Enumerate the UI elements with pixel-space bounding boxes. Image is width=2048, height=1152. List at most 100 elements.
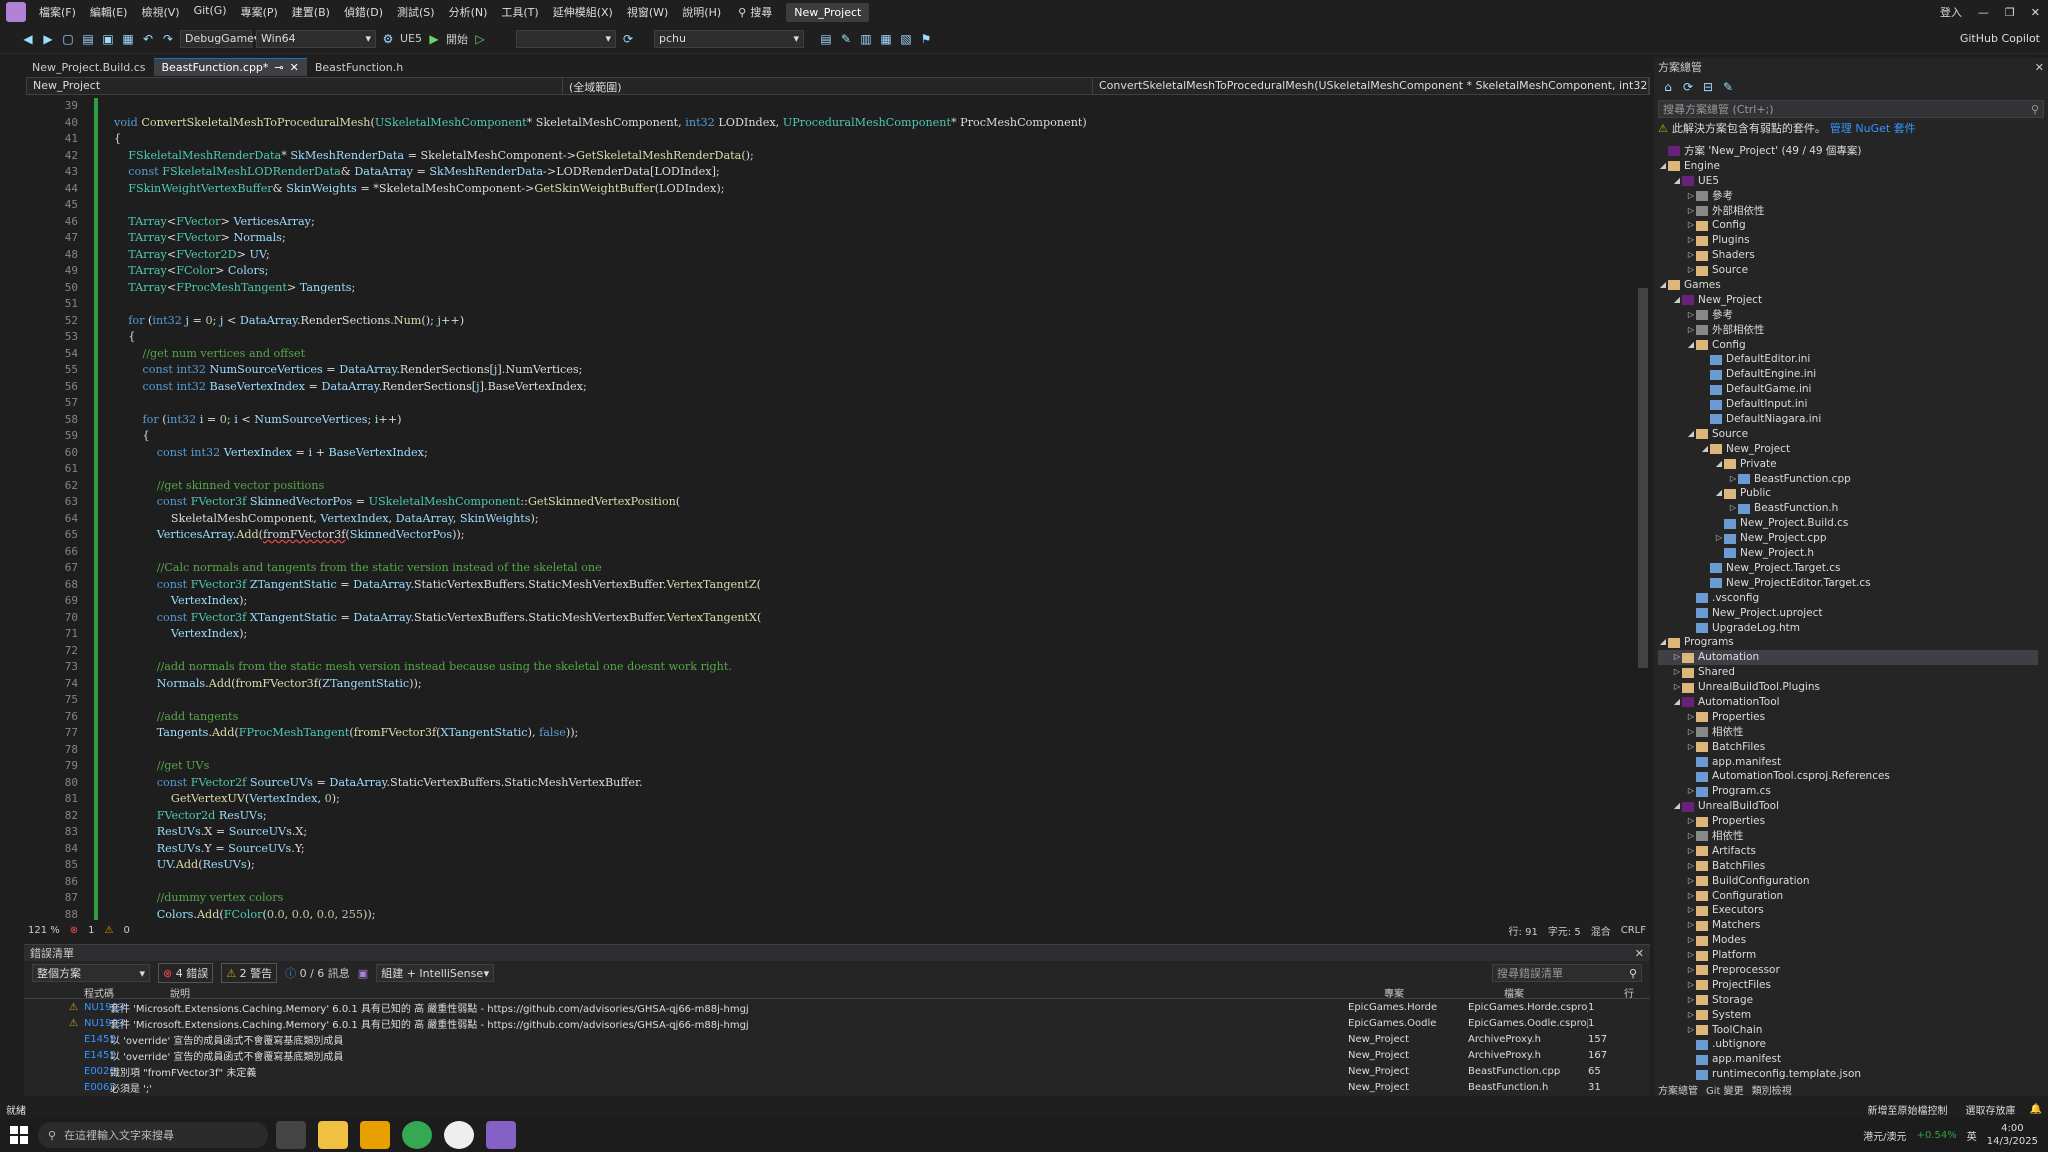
error-row[interactable]: E1455 以 'override' 宣告的成員函式不會覆寫基底類別成員 New_P… <box>24 1031 1650 1047</box>
menu-item[interactable]: 檢視(V) <box>134 4 186 20</box>
expand-arrow-icon[interactable]: ▷ <box>1686 1008 1696 1023</box>
menu-item[interactable]: 偵錯(D) <box>337 4 390 20</box>
expand-arrow-icon[interactable]: ▷ <box>1686 1023 1696 1038</box>
add-to-source-control[interactable]: 新增至原始檔控制 <box>1868 1102 1948 1117</box>
tree-item[interactable]: ◢ UnrealBuildTool <box>1658 799 2038 814</box>
engine-label[interactable]: UE5 <box>400 32 422 45</box>
tree-item[interactable]: DefaultEditor.ini <box>1658 352 2038 367</box>
expand-arrow-icon[interactable]: ◢ <box>1686 338 1696 353</box>
tree-item[interactable]: ▷ Storage <box>1658 993 2038 1008</box>
tree-item[interactable]: ▷ BatchFiles <box>1658 740 2038 755</box>
tree-item[interactable]: ◢ New_Project <box>1658 442 2038 457</box>
tree-item[interactable]: ▷ System <box>1658 1008 2038 1023</box>
tool-icon-1[interactable]: ▤ <box>818 31 834 47</box>
undo-icon[interactable]: ↶ <box>140 31 156 47</box>
close-window-button[interactable]: ✕ <box>2023 6 2048 19</box>
expand-arrow-icon[interactable]: ◢ <box>1658 278 1668 293</box>
save-icon[interactable]: ▣ <box>100 31 116 47</box>
menu-item[interactable]: 建置(B) <box>285 4 337 20</box>
collapse-icon[interactable]: ⊟ <box>1700 79 1716 95</box>
solution-search-input[interactable]: 搜尋方案總管 (Ctrl+;) ⚲ <box>1658 100 2044 118</box>
tab-solution-explorer[interactable]: 方案總管 <box>1658 1082 1698 1097</box>
open-icon[interactable]: ▤ <box>80 31 96 47</box>
select-repository[interactable]: 選取存放庫 <box>1966 1102 2016 1117</box>
expand-arrow-icon[interactable]: ◢ <box>1672 174 1682 189</box>
tree-item[interactable]: ▷ New_Project.cpp <box>1658 531 2038 546</box>
tree-item[interactable]: ▷ 參考 <box>1658 308 2038 323</box>
tree-item[interactable]: ▷ 相依性 <box>1658 725 2038 740</box>
tree-item[interactable]: ▷ Shared <box>1658 665 2038 680</box>
tree-item[interactable]: app.manifest <box>1658 755 2038 770</box>
tree-item[interactable]: ◢ Public <box>1658 486 2038 501</box>
tree-item[interactable]: New_Project.Target.cs <box>1658 561 2038 576</box>
code-editor[interactable]: 39 40 41 42 43 44 45 46 47 48 49 50 51 52 53 54 55 56 57 58… <box>26 98 1636 920</box>
tab-class-view[interactable]: 類別檢視 <box>1752 1082 1792 1097</box>
tree-item[interactable]: .ubtignore <box>1658 1037 2038 1052</box>
tool-icon-3[interactable]: ▦ <box>878 31 894 47</box>
line-ending-indicator[interactable]: CRLF <box>1621 925 1646 936</box>
expand-arrow-icon[interactable]: ▷ <box>1686 784 1696 799</box>
tool-icon-2[interactable]: ▥ <box>858 31 874 47</box>
clock[interactable]: 4:00 14/3/2025 <box>1987 1122 2038 1148</box>
tree-item[interactable]: DefaultInput.ini <box>1658 397 2038 412</box>
tree-item[interactable]: ◢ Engine <box>1658 159 2038 174</box>
forward-icon[interactable]: ▶ <box>40 31 56 47</box>
expand-arrow-icon[interactable]: ◢ <box>1686 427 1696 442</box>
expand-arrow-icon[interactable]: ▷ <box>1728 501 1738 516</box>
expand-arrow-icon[interactable]: ◢ <box>1672 799 1682 814</box>
save-all-icon[interactable]: ▦ <box>120 31 136 47</box>
error-code-link[interactable]: NU1903 <box>84 1018 124 1029</box>
expand-arrow-icon[interactable]: ▷ <box>1686 829 1696 844</box>
expand-arrow-icon[interactable]: ▷ <box>1672 680 1682 695</box>
menu-item[interactable]: 視窗(W) <box>620 4 675 20</box>
scope-nav-dropdown[interactable]: (全域範圍) <box>563 78 1093 94</box>
file-dropdown[interactable]: pchu ▾ <box>654 29 804 48</box>
code-content[interactable]: void ConvertSkeletalMeshToProceduralMesh… <box>114 98 1636 921</box>
tree-item[interactable]: ▷ ProjectFiles <box>1658 978 2038 993</box>
start-no-debug-icon[interactable]: ▷ <box>472 31 488 47</box>
expand-arrow-icon[interactable]: ◢ <box>1672 293 1682 308</box>
close-icon[interactable]: ✕ <box>1635 947 1644 960</box>
chrome-icon[interactable] <box>402 1121 432 1149</box>
tree-item[interactable]: ▷ Source <box>1658 263 2038 278</box>
tree-item[interactable]: ◢ AutomationTool <box>1658 695 2038 710</box>
expand-arrow-icon[interactable]: ▷ <box>1686 308 1696 323</box>
expand-arrow-icon[interactable]: ▷ <box>1686 859 1696 874</box>
expand-arrow-icon[interactable]: ▷ <box>1686 933 1696 948</box>
expand-arrow-icon[interactable]: ▷ <box>1686 204 1696 219</box>
task-view-icon[interactable] <box>276 1121 306 1149</box>
expand-arrow-icon[interactable]: ▷ <box>1686 903 1696 918</box>
column-description[interactable]: 說明 <box>170 985 1384 1000</box>
expand-arrow-icon[interactable]: ◢ <box>1714 486 1724 501</box>
platform-dropdown[interactable]: Win64 ▾ <box>256 29 376 48</box>
zoom-level[interactable]: 121 % <box>28 925 60 936</box>
expand-arrow-icon[interactable]: ◢ <box>1658 635 1668 650</box>
file-explorer-icon[interactable] <box>318 1121 348 1149</box>
stock-widget[interactable]: 港元/澳元 <box>1863 1128 1906 1143</box>
expand-arrow-icon[interactable]: ◢ <box>1672 695 1682 710</box>
menu-item[interactable]: 說明(H) <box>675 4 728 20</box>
login-button[interactable]: 登入 <box>1932 4 1970 20</box>
tree-item[interactable]: DefaultNiagara.ini <box>1658 412 2038 427</box>
warning-count[interactable]: 0 <box>124 925 130 936</box>
error-code-link[interactable]: E0020 <box>84 1066 116 1077</box>
tree-item[interactable]: ▷ Shaders <box>1658 248 2038 263</box>
search-button[interactable]: ⚲ 搜尋 <box>738 4 772 20</box>
column-line[interactable]: 行 <box>1624 985 1654 1000</box>
tool-icon-4[interactable]: ▧ <box>898 31 914 47</box>
copilot-button[interactable]: GitHub Copilot <box>1960 32 2040 45</box>
tree-item[interactable]: ▷ 相依性 <box>1658 829 2038 844</box>
wrench-icon[interactable]: ✎ <box>838 31 854 47</box>
messages-filter-button[interactable]: ⓘ 0 / 6 訊息 <box>285 965 350 981</box>
pin-icon[interactable]: ⊸ <box>274 61 283 74</box>
menu-item[interactable]: 測試(S) <box>390 4 442 20</box>
tree-item[interactable]: ▷ Matchers <box>1658 918 2038 933</box>
tree-item[interactable]: ▷ Properties <box>1658 814 2038 829</box>
properties-icon[interactable]: ✎ <box>1720 79 1736 95</box>
expand-arrow-icon[interactable]: ▷ <box>1728 472 1738 487</box>
tree-item[interactable]: ▷ Program.cs <box>1658 784 2038 799</box>
expand-arrow-icon[interactable]: ▷ <box>1686 233 1696 248</box>
error-row[interactable]: ⚠ NU1903 套件 'Microsoft.Extensions.Caching.… <box>24 999 1650 1015</box>
expand-arrow-icon[interactable]: ▷ <box>1686 740 1696 755</box>
minimize-button[interactable]: — <box>1970 6 1997 19</box>
